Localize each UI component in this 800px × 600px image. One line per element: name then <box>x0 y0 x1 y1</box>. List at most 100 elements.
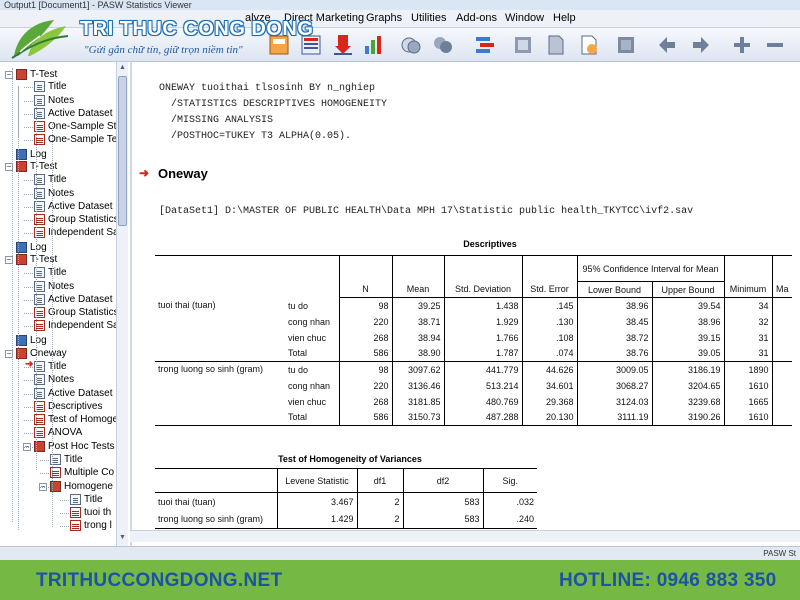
outline-node[interactable]: Notes <box>34 373 74 386</box>
document-icon <box>34 81 45 92</box>
table-cell: Upper Bound <box>651 281 724 298</box>
outline-node[interactable]: Active Dataset <box>34 107 112 120</box>
tree-connector <box>36 104 37 470</box>
collapse-icon[interactable] <box>764 34 786 56</box>
footer-site[interactable]: TRITHUCCONGDONG.NET <box>36 570 282 592</box>
table-cell: 44.626 <box>521 361 577 378</box>
tree-connector <box>24 114 33 115</box>
outline-node[interactable]: tuoi th <box>70 506 111 519</box>
scroll-down-arrow-icon[interactable]: ▼ <box>117 532 128 544</box>
outline-node[interactable]: Title <box>34 360 67 373</box>
table-cell: 487.288 <box>443 409 522 426</box>
document-icon[interactable] <box>545 34 567 56</box>
table-cell: Std. Error <box>521 281 577 298</box>
outline-node[interactable]: One-Sample Te <box>34 133 117 146</box>
table-cell: Ma <box>771 281 792 298</box>
table-cell: 441.779 <box>443 361 522 378</box>
outline-node[interactable]: Multiple Co <box>50 466 114 479</box>
table-cell: 38.72 <box>576 329 652 346</box>
table-cell: tuoi thai (tuan) <box>158 496 216 507</box>
outline-node[interactable]: Title <box>34 266 67 279</box>
menu-utilities[interactable]: Utilities <box>411 12 446 24</box>
expand-icon[interactable] <box>731 34 753 56</box>
outline-node[interactable]: Independent Sa <box>34 319 119 332</box>
outline-node[interactable]: Independent Sa <box>34 226 119 239</box>
outline-scroll-thumb[interactable] <box>118 76 127 226</box>
outline-node[interactable]: Active Dataset <box>34 200 112 213</box>
outline-node[interactable]: Test of Homoge <box>34 413 118 426</box>
table-cell: 3097.62 <box>391 361 444 378</box>
outline-node[interactable]: Post Hoc Tests <box>34 440 115 453</box>
outline-node[interactable]: Title <box>70 493 103 506</box>
outline-node-label: Title <box>48 267 67 278</box>
table-cell: 2 <box>356 492 403 511</box>
value-labels-icon[interactable] <box>432 34 454 56</box>
table-cell: 39.54 <box>651 297 724 314</box>
table-cell: 583 <box>402 492 483 511</box>
outline-node[interactable]: Notes <box>34 94 74 107</box>
homogeneity-table[interactable]: Levene Statistic df1 df2 Sig. tuoi thai (tua… <box>155 468 537 529</box>
table-cell: tuoi thai (tuan) <box>158 299 216 310</box>
outline-node[interactable]: Homogene <box>50 480 113 493</box>
table-cell: 38.94 <box>391 329 444 346</box>
outline-node[interactable]: One-Sample Sta <box>34 120 122 133</box>
table-cell: 1.429 <box>276 510 357 529</box>
tree-connector <box>24 101 33 102</box>
outline-node[interactable]: ANOVA <box>34 426 82 439</box>
outline-node[interactable]: Title <box>34 80 67 93</box>
outline-node-label: Group Statistics <box>48 214 119 225</box>
use-sets-icon[interactable] <box>474 34 496 56</box>
outline-node[interactable]: Log <box>16 334 47 347</box>
outline-node[interactable]: trong l <box>70 519 112 532</box>
oneway-heading[interactable]: Oneway <box>158 166 208 181</box>
outline-node[interactable]: Group Statistics <box>34 213 119 226</box>
insert-cases-icon[interactable] <box>332 34 354 56</box>
table-cell: 586 <box>338 345 392 362</box>
leaf-logo-icon <box>11 20 69 59</box>
outline-node[interactable]: Group Statistics <box>34 306 119 319</box>
table-cell <box>338 255 392 282</box>
outline-scrollbar[interactable]: ▲ ▼ <box>116 62 128 546</box>
descriptives-table[interactable]: 95% Confidence Interval for Mean N Mean Std… <box>155 255 792 426</box>
table-cell: 38.45 <box>576 313 652 330</box>
script-icon[interactable] <box>615 34 637 56</box>
pane-divider <box>130 62 132 546</box>
outline-node[interactable]: Title <box>34 173 67 186</box>
outline-node[interactable]: Active Dataset <box>34 387 112 400</box>
content-hscrollbar[interactable] <box>130 530 800 542</box>
table-cell <box>771 377 792 394</box>
export-icon[interactable] <box>578 34 600 56</box>
table-cell <box>771 393 792 410</box>
homogeneity-caption: Test of Homogeneity of Variances <box>278 454 422 464</box>
output-outline-pane: T-Test − Title Notes Active Dataset One-Sampl… <box>0 62 128 546</box>
outline-node[interactable]: Active Dataset <box>34 293 112 306</box>
outline-node[interactable]: Notes <box>34 187 74 200</box>
scroll-up-arrow-icon[interactable]: ▲ <box>117 62 128 74</box>
table-cell <box>771 361 792 378</box>
outline-node-label: Log <box>30 335 47 346</box>
outline-node[interactable]: Descriptives <box>34 400 102 413</box>
table-cell: 1890 <box>723 361 772 378</box>
outline-node[interactable]: Notes <box>34 280 74 293</box>
tree-connector <box>24 207 33 208</box>
table-cell: 38.76 <box>576 345 652 362</box>
table-cell: 480.769 <box>443 393 522 410</box>
outline-node-label: Active Dataset <box>48 201 113 212</box>
designate-window-icon[interactable] <box>512 34 534 56</box>
menu-graphs[interactable]: Graphs <box>366 12 402 24</box>
select-cases-icon[interactable] <box>400 34 422 56</box>
tree-connector <box>52 122 53 527</box>
menu-add-ons[interactable]: Add-ons <box>456 12 497 24</box>
table-cell: 34.601 <box>521 377 577 394</box>
menu-help[interactable]: Help <box>553 12 576 24</box>
outline-node[interactable]: Title <box>50 453 83 466</box>
menu-window[interactable]: Window <box>505 12 544 24</box>
syntax-line: ONEWAY tuoithai tlsosinh BY n_nghiep <box>159 83 376 94</box>
arrow-left-icon[interactable] <box>656 34 678 56</box>
tree-connector <box>24 287 33 288</box>
outline-node[interactable]: Oneway <box>16 347 67 360</box>
tree-connector <box>24 447 33 448</box>
arrow-right-icon[interactable] <box>690 34 712 56</box>
variables-icon[interactable] <box>362 34 384 56</box>
table-cell: tu do <box>285 361 339 378</box>
